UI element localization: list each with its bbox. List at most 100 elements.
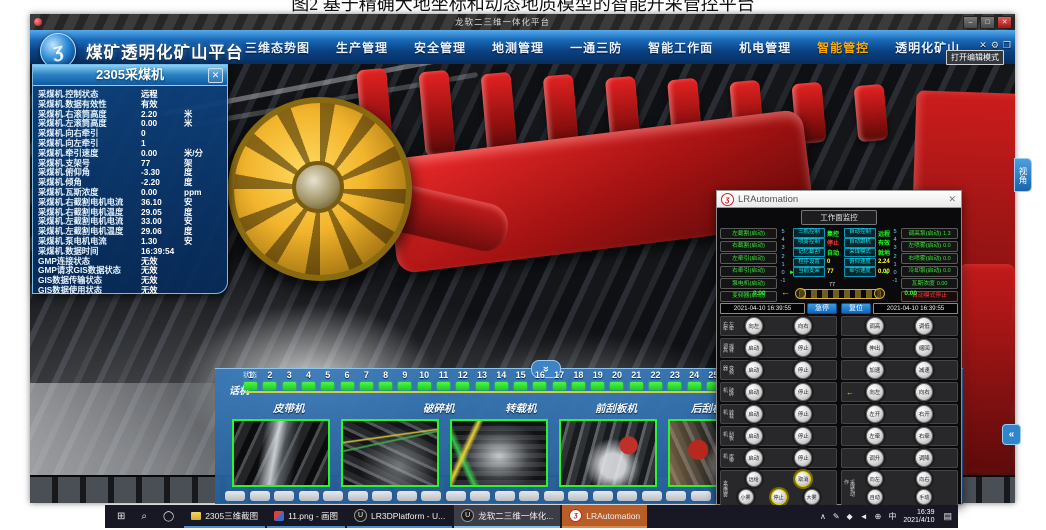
filmstrip-frame[interactable]	[446, 491, 466, 501]
filmstrip-frame[interactable]	[274, 491, 294, 501]
control-button[interactable]: 调高	[866, 317, 884, 335]
network-icon[interactable]: ⊕	[875, 512, 882, 521]
ime-icon[interactable]: 中	[888, 511, 896, 522]
camera-status-indicator[interactable]	[572, 382, 585, 390]
filmstrip-frame[interactable]	[495, 491, 515, 501]
control-button[interactable]: 加速	[866, 361, 884, 379]
control-button[interactable]: 小雾	[738, 489, 754, 505]
filmstrip-frame[interactable]	[691, 491, 711, 501]
taskbar-app-button[interactable]: ʒLRAutomation	[562, 505, 647, 528]
control-button[interactable]: 远给	[746, 471, 762, 487]
nav-item[interactable]: 机电管理	[739, 39, 791, 56]
control-button[interactable]: 停止	[794, 361, 812, 379]
minimize-button[interactable]: –	[963, 16, 978, 29]
camera-status-indicator[interactable]	[341, 382, 354, 390]
nav-item[interactable]: 生产管理	[336, 39, 388, 56]
nav-item[interactable]: 智能管控	[817, 39, 869, 56]
filmstrip-frame[interactable]	[568, 491, 588, 501]
camera-status-indicator[interactable]	[360, 382, 373, 390]
close-icon[interactable]: ✕	[948, 194, 956, 205]
control-button[interactable]: 启动	[745, 383, 763, 401]
control-button[interactable]: 向左	[866, 383, 884, 401]
control-button[interactable]: 向左	[745, 317, 763, 335]
filmstrip-frame[interactable]	[421, 491, 441, 501]
control-button[interactable]: 启动	[745, 405, 763, 423]
camera-status-indicator[interactable]	[302, 382, 315, 390]
camera-status-indicator[interactable]	[533, 382, 546, 390]
control-button[interactable]: 大雾	[804, 489, 820, 505]
shield-icon[interactable]: ◆	[847, 512, 853, 521]
maximize-button[interactable]: □	[980, 16, 995, 29]
machine-start-button[interactable]: 调高泵(启动)1.3	[901, 228, 958, 239]
camera-status-indicator[interactable]	[668, 382, 681, 390]
header-action-button[interactable]: 复位	[841, 303, 871, 314]
camera-status-indicator[interactable]	[553, 382, 566, 390]
camera-status-indicator[interactable]	[283, 382, 296, 390]
camera-status-indicator[interactable]	[476, 382, 489, 390]
machine-start-button[interactable]: 冷却泵(启动)0.0	[901, 266, 958, 277]
camera-status-indicator[interactable]	[263, 382, 276, 390]
taskbar-app-button[interactable]: 11.png - 画图	[267, 505, 345, 528]
control-button[interactable]: 启动	[745, 427, 763, 445]
control-button[interactable]: 左开	[866, 405, 884, 423]
tray-expand-icon[interactable]: ∧	[820, 512, 826, 521]
camera-status-indicator[interactable]	[610, 382, 623, 390]
taskbar-app-button[interactable]: ULR3DPlatform - U...	[347, 505, 452, 528]
filmstrip-frame[interactable]	[250, 491, 270, 501]
control-button[interactable]: 调升	[866, 449, 884, 467]
camera-status-indicator[interactable]	[456, 382, 469, 390]
filmstrip-frame[interactable]	[397, 491, 417, 501]
filmstrip-frame[interactable]	[299, 491, 319, 501]
open-edit-mode-button[interactable]: 打开编辑模式	[946, 50, 1004, 65]
close-button[interactable]: ✕	[997, 16, 1012, 29]
machine-start-button[interactable]: 右截割(启动)	[720, 241, 777, 252]
machine-start-button[interactable]: 左截割(启动)	[720, 228, 777, 239]
volume-icon[interactable]: ◄	[860, 512, 868, 521]
start-icon[interactable]: ⊞	[117, 511, 125, 522]
control-button[interactable]: 停止	[794, 427, 812, 445]
expand-panel-button[interactable]: «	[1002, 424, 1021, 445]
control-button[interactable]: 向右	[794, 317, 812, 335]
camera-status-indicator[interactable]	[514, 382, 527, 390]
control-button[interactable]: 向右	[915, 383, 933, 401]
taskbar-app-button[interactable]: U龙软二三维一体化...	[454, 505, 560, 528]
camera-status-indicator[interactable]	[630, 382, 643, 390]
machine-start-button[interactable]: 右牵引(启动)	[720, 266, 777, 277]
control-button[interactable]: 左牵	[866, 427, 884, 445]
control-button[interactable]: 停止	[771, 489, 787, 505]
filmstrip-frame[interactable]	[225, 491, 245, 501]
control-button[interactable]: 启动	[745, 449, 763, 467]
taskbar-app-button[interactable]: 2305三维截图	[184, 505, 265, 528]
camera-status-indicator[interactable]	[321, 382, 334, 390]
machine-start-button[interactable]: 左喷雾(启动)0.0	[901, 241, 958, 252]
control-button[interactable]: 停止	[794, 383, 812, 401]
camera-thumbnail[interactable]	[450, 419, 548, 487]
filmstrip-frame[interactable]	[348, 491, 368, 501]
filmstrip-frame[interactable]	[642, 491, 662, 501]
notification-icon[interactable]: ▤	[943, 511, 952, 522]
control-button[interactable]: 启动	[745, 339, 763, 357]
control-button[interactable]: 伸出	[866, 339, 884, 357]
camera-thumbnail[interactable]	[559, 419, 657, 487]
control-button[interactable]: 向左	[867, 471, 883, 487]
search-icon[interactable]: ⌕	[141, 511, 147, 522]
filmstrip-frame[interactable]	[593, 491, 613, 501]
cortana-icon[interactable]: ◯	[163, 511, 174, 522]
filmstrip-frame[interactable]	[617, 491, 637, 501]
control-button[interactable]: 手动	[916, 489, 932, 505]
control-button[interactable]: 右牵	[915, 427, 933, 445]
control-button[interactable]: 启动	[745, 361, 763, 379]
camera-status-indicator[interactable]	[495, 382, 508, 390]
camera-status-indicator[interactable]	[244, 382, 257, 390]
control-button[interactable]: 调低	[915, 317, 933, 335]
taskbar-clock[interactable]: 16:39 2021/4/10	[903, 509, 934, 525]
nav-item[interactable]: 安全管理	[414, 39, 466, 56]
layout-icon[interactable]: ❒	[1003, 40, 1011, 51]
nav-item[interactable]: 一通三防	[570, 39, 622, 56]
nav-item[interactable]: 地测管理	[492, 39, 544, 56]
control-button[interactable]: 调降	[915, 449, 933, 467]
filmstrip-frame[interactable]	[544, 491, 564, 501]
control-button[interactable]: 向右	[916, 471, 932, 487]
camera-status-indicator[interactable]	[418, 382, 431, 390]
nav-item[interactable]: 智能工作面	[648, 39, 713, 56]
